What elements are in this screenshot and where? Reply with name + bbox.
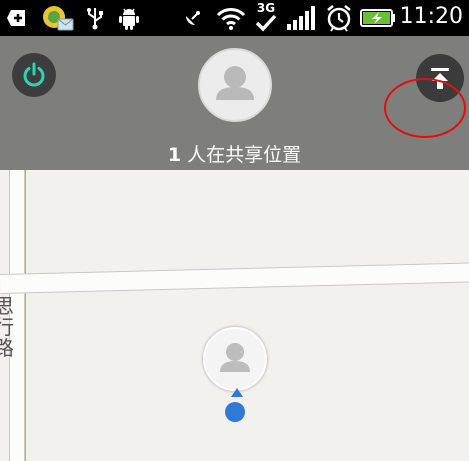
person-icon — [216, 66, 254, 100]
location-dot — [225, 402, 245, 422]
street-label: 思 行 路 — [0, 294, 14, 360]
share-status-text: 1 人在共享位置 — [0, 140, 469, 167]
share-count: 1 — [167, 144, 182, 166]
avatar[interactable] — [198, 48, 272, 122]
sharing-header: 1 人在共享位置 — [0, 36, 469, 170]
app-icon — [42, 6, 74, 31]
alarm-icon — [325, 4, 353, 32]
road-horizontal — [0, 261, 469, 294]
power-button[interactable] — [12, 53, 56, 97]
usb-icon — [84, 6, 106, 30]
direction-arrow-icon — [231, 388, 243, 397]
user-location-marker[interactable] — [203, 327, 267, 391]
road-line — [25, 170, 26, 461]
status-time: 11:20 — [399, 4, 463, 29]
add-icon — [6, 6, 28, 30]
share-label: 人在共享位置 — [187, 144, 302, 166]
satellite-icon — [182, 6, 204, 30]
network-label: 3G — [256, 1, 276, 15]
network-3g-icon: 3G — [252, 0, 280, 34]
signal-icon — [286, 4, 318, 30]
map-view[interactable]: 思 行 路 — [0, 170, 469, 461]
annotation-circle — [384, 78, 466, 138]
battery-charging-icon — [360, 6, 396, 30]
android-debug-icon — [118, 6, 140, 30]
wifi-icon — [215, 6, 247, 30]
status-bar: 3G 11:20 — [0, 0, 469, 36]
person-icon — [220, 343, 250, 372]
power-icon — [23, 62, 45, 87]
